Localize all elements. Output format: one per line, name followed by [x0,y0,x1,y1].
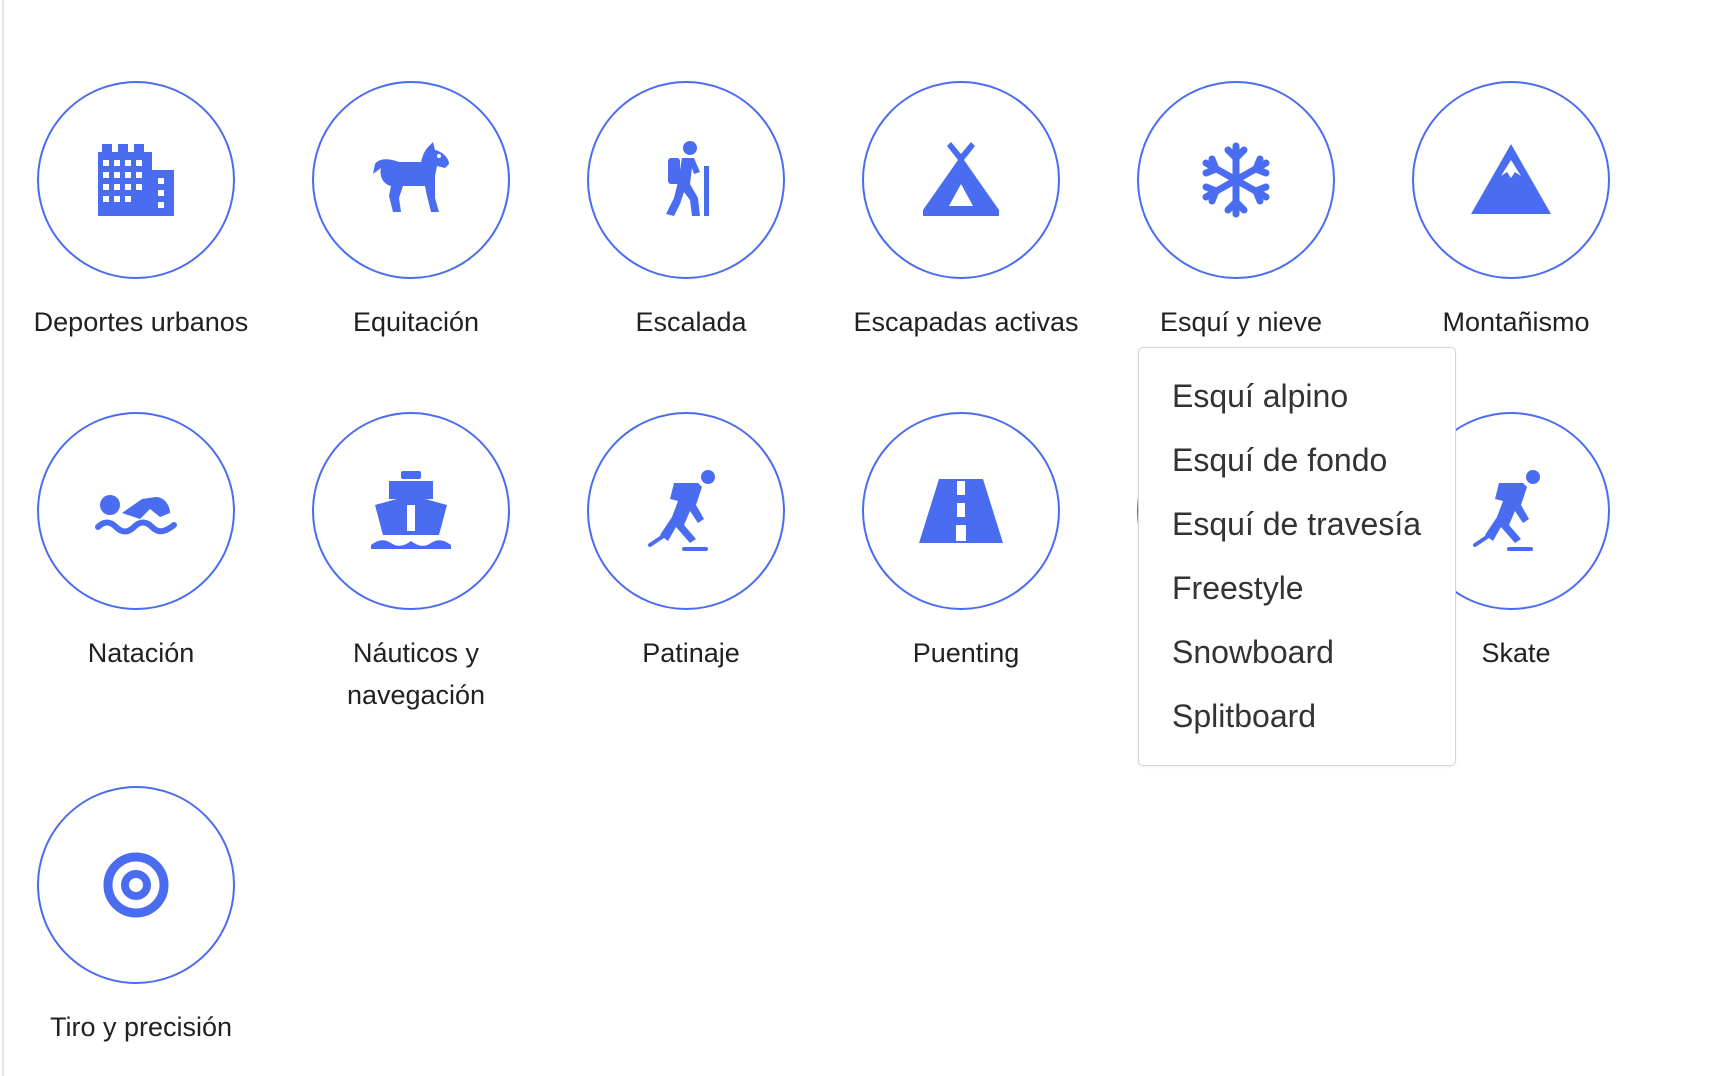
category-tile-escalada[interactable]: Escalada [567,81,815,343]
category-label[interactable]: Equitación [292,301,540,343]
category-tile-montanismo[interactable]: Montañismo [1392,81,1640,343]
submenu-item-esqui-de-travesia[interactable]: Esquí de travesía [1139,500,1455,564]
road-icon [919,479,1003,543]
tent-icon [923,142,999,216]
ship-icon [371,471,451,549]
category-circle[interactable] [587,81,785,279]
category-circle[interactable] [587,412,785,610]
category-tile-esqui-y-nieve[interactable]: Esquí y nieve [1117,81,1365,343]
category-tile-deportes-urbanos[interactable]: Deportes urbanos [17,81,265,343]
submenu-item-splitboard[interactable]: Splitboard [1139,692,1455,756]
category-label[interactable]: Montañismo [1392,301,1640,343]
category-tile-patinaje[interactable]: Patinaje [567,412,815,674]
target-icon [103,852,169,918]
snowflake-icon [1202,142,1270,218]
category-circle[interactable] [862,81,1060,279]
category-label[interactable]: Deportes urbanos [17,301,265,343]
swimmer-icon [95,495,177,535]
category-label[interactable]: Escalada [567,301,815,343]
submenu-item-esqui-alpino[interactable]: Esquí alpino [1139,372,1455,436]
category-label[interactable]: Puenting [842,632,1090,674]
category-circle[interactable] [37,412,235,610]
category-label[interactable]: Tiro y precisión [17,1006,265,1048]
category-label[interactable]: Patinaje [567,632,815,674]
sports-category-page: Deportes urbanos Equitación Escalada Esc… [0,0,1710,1076]
mountain-icon [1471,144,1551,214]
category-label[interactable]: Natación [17,632,265,674]
category-circle[interactable] [312,81,510,279]
submenu-item-snowboard[interactable]: Snowboard [1139,628,1455,692]
category-label[interactable]: Esquí y nieve [1117,301,1365,343]
category-circle[interactable] [862,412,1060,610]
skater-icon [648,470,715,551]
left-border [2,0,4,1076]
skater-icon [1473,470,1540,551]
category-tile-escapadas-activas[interactable]: Escapadas activas [842,81,1090,343]
category-tile-equitacion[interactable]: Equitación [292,81,540,343]
category-circle[interactable] [37,81,235,279]
category-tile-puenting[interactable]: Puenting [842,412,1090,674]
category-tile-natacion[interactable]: Natación [17,412,265,674]
category-circle[interactable] [37,786,235,984]
esqui-y-nieve-submenu: Esquí alpino Esquí de fondo Esquí de tra… [1138,347,1456,766]
category-circle[interactable] [1412,81,1610,279]
category-tile-tiro-y-precision[interactable]: Tiro y precisión [17,786,265,1048]
category-label[interactable]: Náuticos y navegación [316,632,516,716]
submenu-item-freestyle[interactable]: Freestyle [1139,564,1455,628]
city-buildings-icon [98,144,174,216]
submenu-item-esqui-de-fondo[interactable]: Esquí de fondo [1139,436,1455,500]
horse-icon [373,142,449,212]
hiker-icon [666,141,709,216]
category-label[interactable]: Escapadas activas [842,301,1090,343]
category-circle[interactable] [312,412,510,610]
category-tile-nauticos-y-navegacion[interactable]: Náuticos y navegación [292,412,540,716]
category-circle[interactable] [1137,81,1335,279]
